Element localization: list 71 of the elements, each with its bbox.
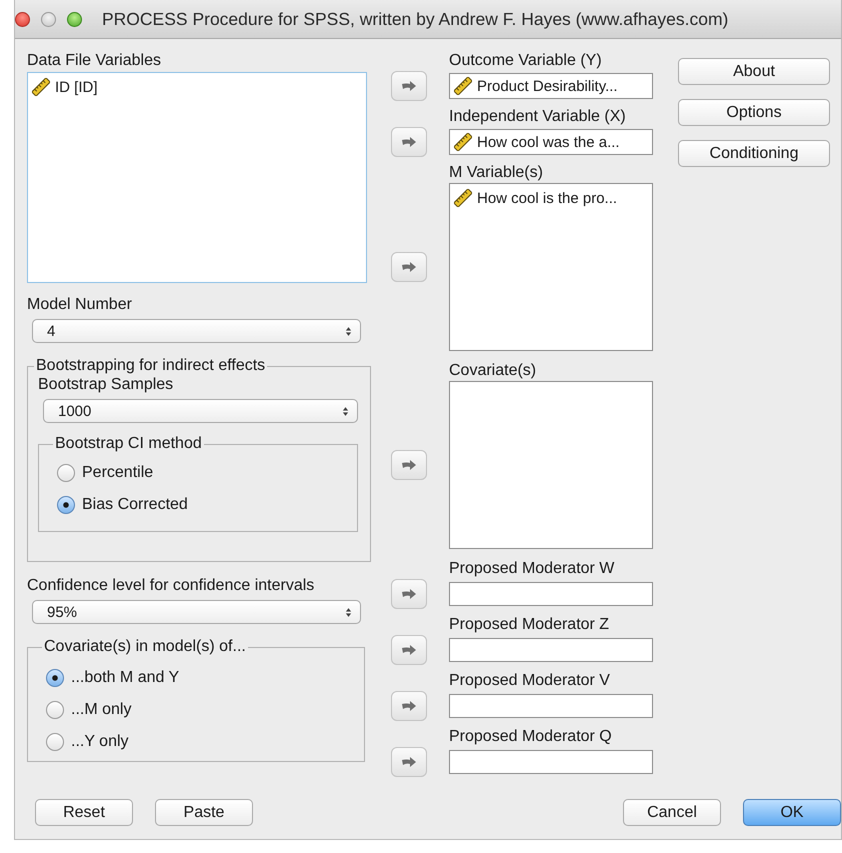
variable-field[interactable]	[449, 694, 653, 718]
model-number-select[interactable]: 4	[32, 319, 361, 343]
arrow-icon	[401, 644, 417, 656]
radio-label[interactable]: ...M only	[71, 701, 132, 719]
field-label: Proposed Moderator V	[449, 671, 611, 691]
field-label: Confidence level for confidence intervals	[27, 576, 316, 596]
group-title: Bootstrapping for indirect effects	[35, 357, 266, 375]
field-label: Independent Variable (X)	[449, 107, 627, 127]
confidence-select[interactable]: 95%	[32, 600, 361, 624]
arrow-icon	[401, 700, 417, 712]
samples-select[interactable]: 1000	[43, 399, 358, 423]
move-button[interactable]	[391, 450, 427, 480]
group-title: Covariate(s) in model(s) of...	[43, 638, 247, 656]
move-button[interactable]	[391, 252, 427, 282]
group-title: Bootstrap CI method	[54, 435, 203, 453]
variable-field[interactable]: How cool was the a...	[449, 129, 653, 155]
radio-button[interactable]	[57, 464, 75, 482]
variable-list[interactable]: ID [ID]	[27, 72, 367, 283]
field-label: Outcome Variable (Y)	[449, 51, 603, 71]
arrow-icon	[401, 588, 417, 600]
variable-list[interactable]	[449, 381, 653, 549]
move-button[interactable]	[391, 635, 427, 665]
move-button[interactable]	[391, 747, 427, 777]
dialog-button[interactable]: Paste	[155, 799, 253, 826]
radio-button[interactable]	[46, 701, 64, 719]
radio-label[interactable]: Bias Corrected	[82, 496, 188, 514]
radio-label[interactable]: ...Y only	[71, 733, 129, 751]
field-label: Covariate(s)	[449, 361, 538, 381]
move-button[interactable]	[391, 71, 427, 101]
stepper-icon	[342, 406, 349, 416]
radio-button[interactable]	[46, 669, 64, 687]
move-button[interactable]	[391, 127, 427, 157]
variable-field[interactable]	[449, 750, 653, 774]
stepper-icon	[345, 326, 352, 336]
variable-name[interactable]: How cool was the a...	[477, 134, 620, 150]
variable-name[interactable]: ID [ID]	[55, 78, 98, 96]
field-label: Proposed Moderator Z	[449, 615, 610, 635]
dialog-button[interactable]: About	[678, 58, 830, 85]
radio-button[interactable]	[57, 496, 75, 514]
arrow-icon	[401, 80, 417, 92]
minimize-icon[interactable]	[41, 12, 56, 26]
dialog-button[interactable]: Cancel	[623, 799, 721, 826]
arrow-icon	[401, 136, 417, 148]
field-label: M Variable(s)	[449, 163, 544, 183]
variable-field[interactable]: Product Desirability...	[449, 73, 653, 99]
field-label: Bootstrap Samples	[38, 376, 174, 393]
move-button[interactable]	[391, 579, 427, 609]
radio-button[interactable]	[46, 733, 64, 751]
variable-name[interactable]: How cool is the pro...	[477, 190, 618, 206]
list-label: Data File Variables	[27, 51, 162, 71]
dialog-button[interactable]: OK	[743, 799, 841, 826]
move-button[interactable]	[391, 691, 427, 721]
dialog-button[interactable]: Conditioning	[678, 140, 830, 167]
arrow-icon	[401, 261, 417, 273]
window-title: PROCESS Procedure for SPSS, written by Andrew F. Hayes (www.afhayes.com)	[102, 8, 728, 30]
arrow-icon	[401, 459, 417, 471]
variable-name[interactable]: Product Desirability...	[477, 78, 618, 94]
dialog-button[interactable]: Reset	[35, 799, 133, 826]
variable-field[interactable]	[449, 638, 653, 662]
field-label: Proposed Moderator W	[449, 559, 616, 579]
stepper-icon	[345, 606, 352, 618]
field-label: Model Number	[27, 295, 133, 315]
variable-list[interactable]: How cool is the pro...	[449, 183, 653, 351]
radio-label[interactable]: ...both M and Y	[71, 669, 180, 687]
arrow-icon	[401, 756, 417, 768]
zoom-icon[interactable]	[67, 12, 82, 26]
field-label: Proposed Moderator Q	[449, 727, 613, 747]
variable-field[interactable]	[449, 582, 653, 606]
close-icon[interactable]	[15, 12, 30, 26]
radio-label[interactable]: Percentile	[82, 464, 154, 482]
dialog-button[interactable]: Options	[678, 99, 830, 126]
